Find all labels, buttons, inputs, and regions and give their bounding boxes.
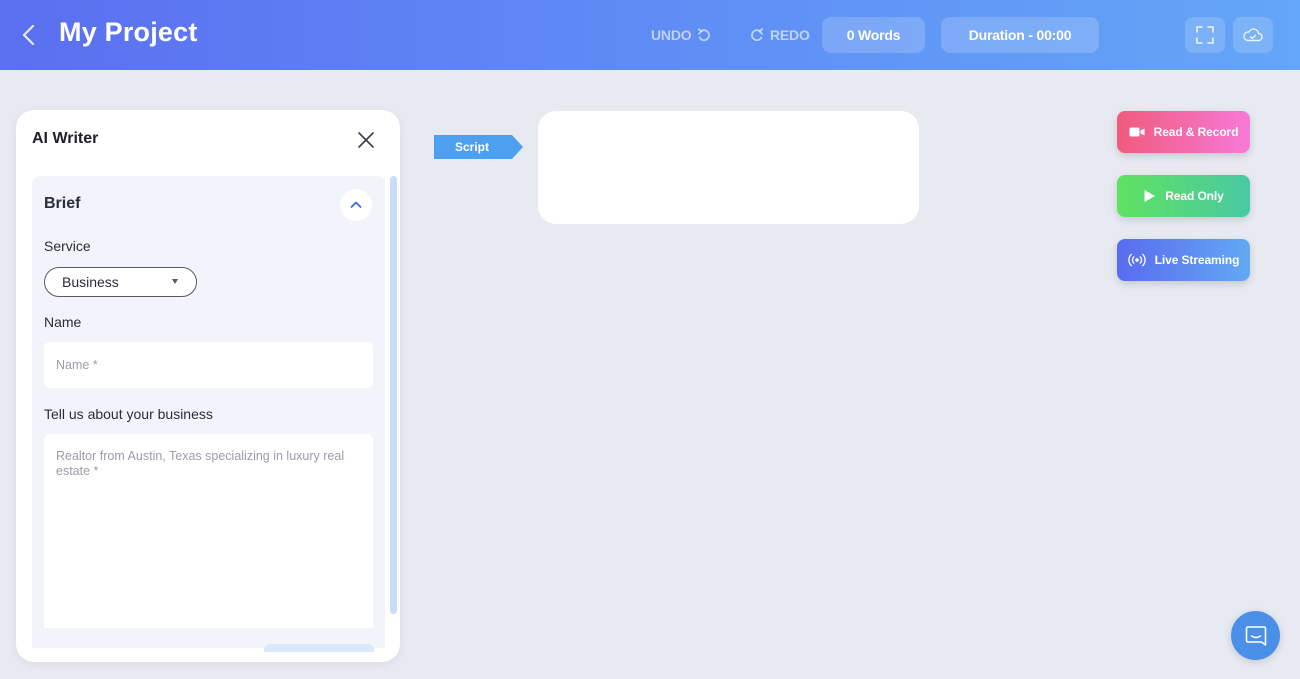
fullscreen-button[interactable] bbox=[1185, 17, 1225, 53]
collapse-brief-button[interactable] bbox=[340, 189, 372, 221]
close-icon bbox=[358, 132, 374, 148]
broadcast-icon bbox=[1127, 253, 1146, 267]
read-and-record-label: Read & Record bbox=[1153, 125, 1239, 139]
cloud-icon bbox=[1243, 28, 1263, 42]
duration-badge: Duration - 00:00 bbox=[941, 17, 1099, 53]
ai-writer-panel: AI Writer Brief Service Business Name Te… bbox=[16, 110, 400, 662]
redo-button[interactable]: REDO bbox=[749, 19, 810, 51]
chat-icon bbox=[1245, 625, 1266, 646]
about-business-textarea[interactable] bbox=[44, 434, 373, 628]
word-count-badge: 0 Words bbox=[822, 17, 925, 53]
project-title[interactable]: My Project bbox=[59, 17, 198, 48]
generate-button-partial[interactable] bbox=[264, 644, 374, 652]
undo-label: UNDO bbox=[651, 27, 692, 43]
chat-support-button[interactable] bbox=[1231, 611, 1280, 660]
redo-icon bbox=[751, 27, 764, 41]
service-select[interactable]: Business bbox=[44, 267, 197, 297]
cloud-save-button[interactable] bbox=[1233, 17, 1273, 53]
play-icon bbox=[1144, 190, 1156, 202]
panel-scrollbar[interactable] bbox=[389, 176, 398, 648]
panel-scroll-thumb[interactable] bbox=[390, 176, 397, 614]
chevron-up-icon bbox=[350, 201, 362, 208]
panel-title: AI Writer bbox=[32, 130, 99, 147]
back-button[interactable] bbox=[17, 22, 41, 48]
live-streaming-label: Live Streaming bbox=[1154, 253, 1240, 267]
script-tag-label: Script bbox=[454, 140, 489, 154]
script-editor[interactable] bbox=[538, 111, 919, 224]
service-label: Service bbox=[44, 238, 91, 254]
caret-down-icon bbox=[172, 279, 178, 284]
undo-button[interactable]: UNDO bbox=[651, 19, 712, 51]
brief-section: Brief Service Business Name Tell us abou… bbox=[32, 176, 385, 648]
service-value: Business bbox=[62, 274, 119, 290]
brief-title: Brief bbox=[44, 195, 81, 212]
close-panel-button[interactable] bbox=[355, 129, 377, 151]
about-business-label: Tell us about your business bbox=[44, 406, 213, 422]
read-only-button[interactable]: Read Only bbox=[1117, 175, 1250, 217]
video-camera-icon bbox=[1129, 127, 1145, 137]
fullscreen-icon bbox=[1196, 26, 1214, 44]
top-bar: My Project UNDO REDO 0 Words Duration - … bbox=[0, 0, 1300, 70]
script-tag: Script bbox=[434, 135, 523, 159]
chevron-left-icon bbox=[22, 24, 35, 46]
undo-icon bbox=[698, 27, 711, 41]
name-input[interactable] bbox=[44, 342, 373, 388]
redo-label: REDO bbox=[770, 27, 810, 43]
read-only-label: Read Only bbox=[1165, 189, 1224, 203]
live-streaming-button[interactable]: Live Streaming bbox=[1117, 239, 1250, 281]
read-and-record-button[interactable]: Read & Record bbox=[1117, 111, 1250, 153]
name-label: Name bbox=[44, 314, 82, 330]
